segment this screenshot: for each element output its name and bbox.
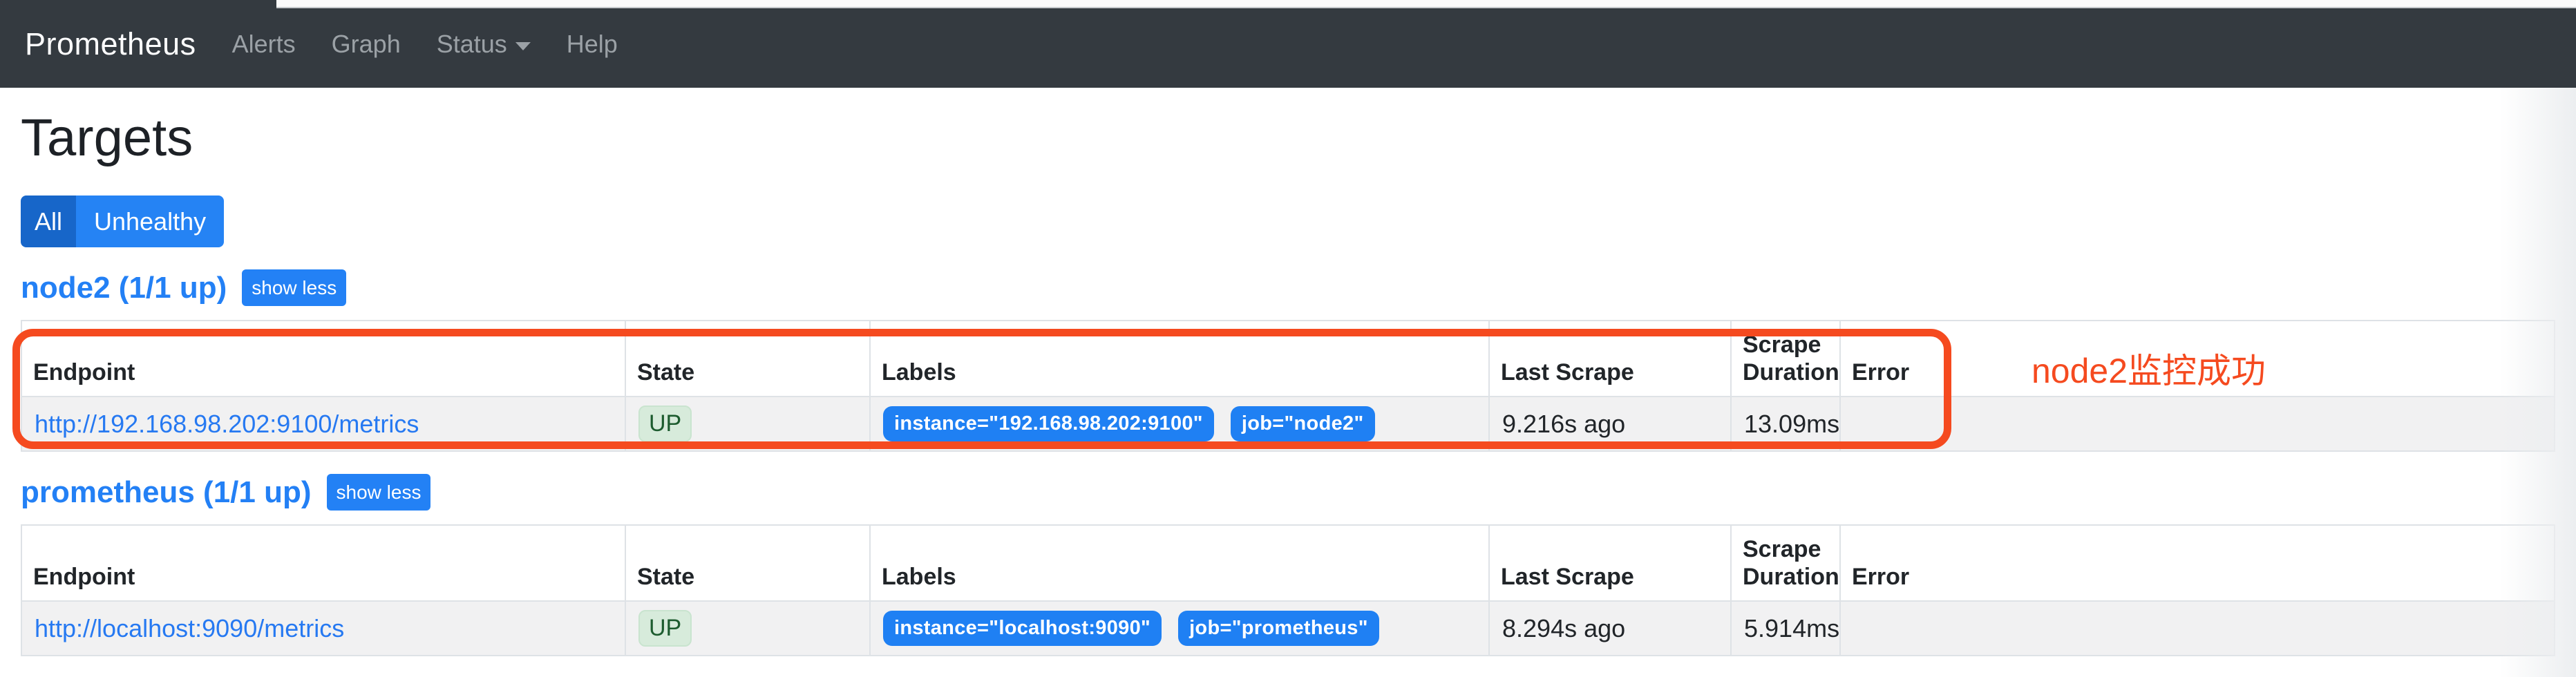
last-scrape-value: 8.294s ago xyxy=(1489,601,1731,656)
label-badge-job: job="prometheus" xyxy=(1178,611,1379,646)
job-header-prometheus: prometheus (1/1 up) show less xyxy=(21,474,2555,511)
col-last-scrape: Last Scrape xyxy=(1489,321,1731,397)
scrape-duration-value: 5.914ms xyxy=(1731,601,1840,656)
col-labels: Labels xyxy=(870,321,1489,397)
nav-alerts[interactable]: Alerts xyxy=(232,30,296,59)
annotation-text: node2监控成功 xyxy=(2032,343,2266,393)
job-header-node2: node2 (1/1 up) show less xyxy=(21,269,2555,306)
col-scrape-duration: Scrape Duration xyxy=(1731,321,1840,397)
last-scrape-value: 9.216s ago xyxy=(1489,397,1731,451)
col-state: State xyxy=(625,525,870,601)
show-less-button-prometheus[interactable]: show less xyxy=(327,474,431,511)
table-header-row: Endpoint State Labels Last Scrape Scrape… xyxy=(21,525,2555,601)
state-up-badge: UP xyxy=(638,610,692,647)
col-error: Error xyxy=(1840,525,2555,601)
error-cell xyxy=(1840,397,2555,451)
label-badge-job: job="node2" xyxy=(1231,406,1375,441)
top-navbar: Prometheus Alerts Graph Status Help xyxy=(0,0,2576,88)
window-top-strip xyxy=(276,0,2576,8)
target-row-prometheus: http://localhost:9090/metrics UP instanc… xyxy=(21,601,2555,656)
nav-status-dropdown[interactable]: Status xyxy=(437,30,531,59)
brand-prometheus[interactable]: Prometheus xyxy=(25,26,196,62)
filter-unhealthy-button[interactable]: Unhealthy xyxy=(76,196,224,247)
job-title-prometheus[interactable]: prometheus (1/1 up) xyxy=(21,475,312,510)
job-title-node2[interactable]: node2 (1/1 up) xyxy=(21,271,227,305)
job-section-prometheus: prometheus (1/1 up) show less Endpoint S… xyxy=(21,474,2555,656)
col-scrape-duration: Scrape Duration xyxy=(1731,525,1840,601)
targets-table-prometheus: Endpoint State Labels Last Scrape Scrape… xyxy=(21,524,2555,656)
col-labels: Labels xyxy=(870,525,1489,601)
show-less-button-node2[interactable]: show less xyxy=(242,269,346,306)
col-state: State xyxy=(625,321,870,397)
target-row-node2: http://192.168.98.202:9100/metrics UP in… xyxy=(21,397,2555,451)
col-last-scrape: Last Scrape xyxy=(1489,525,1731,601)
label-badge-instance: instance="192.168.98.202:9100" xyxy=(883,406,1214,441)
target-filter-group: All Unhealthy xyxy=(21,196,224,247)
scrape-duration-value: 13.09ms xyxy=(1731,397,1840,451)
nav-graph[interactable]: Graph xyxy=(332,30,401,59)
endpoint-link[interactable]: http://192.168.98.202:9100/metrics xyxy=(35,410,419,438)
label-badge-instance: instance="localhost:9090" xyxy=(883,611,1162,646)
page-title: Targets xyxy=(21,113,2555,164)
endpoint-link[interactable]: http://localhost:9090/metrics xyxy=(35,614,344,642)
caret-down-icon xyxy=(515,42,531,50)
col-endpoint: Endpoint xyxy=(21,525,625,601)
error-cell xyxy=(1840,601,2555,656)
state-up-badge: UP xyxy=(638,406,692,442)
nav-help[interactable]: Help xyxy=(567,30,618,59)
filter-all-button[interactable]: All xyxy=(21,196,76,247)
col-endpoint: Endpoint xyxy=(21,321,625,397)
nav-status-label: Status xyxy=(437,30,507,59)
